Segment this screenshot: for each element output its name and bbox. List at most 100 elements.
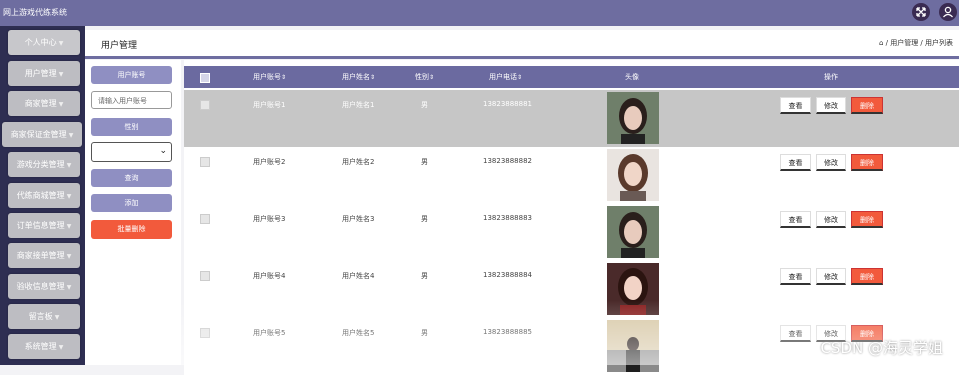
- cell-gender: 男: [421, 329, 428, 337]
- sidebar-item-system-management[interactable]: 系统管理 ▼: [8, 334, 80, 359]
- delete-button[interactable]: 删除: [851, 97, 883, 114]
- delete-button[interactable]: 删除: [851, 154, 883, 171]
- chevron-down-icon: ▼: [68, 132, 74, 139]
- cell-phone: 13823888884: [483, 271, 532, 279]
- column-header-label: 用户账号: [253, 73, 281, 81]
- column-header-name[interactable]: 用户姓名⇕: [342, 66, 375, 88]
- sidebar-item-merchant-management[interactable]: 商家管理 ▼: [8, 91, 80, 116]
- sidebar-item-personal-center[interactable]: 个人中心 ▼: [8, 30, 80, 55]
- row-checkbox[interactable]: [200, 100, 210, 110]
- cell-name: 用户姓名4: [342, 272, 375, 280]
- cell-account: 用户账号3: [253, 215, 286, 223]
- avatar: [607, 320, 659, 372]
- cell-phone: 13823888885: [483, 328, 532, 336]
- query-button[interactable]: 查询: [91, 169, 172, 187]
- sidebar-item-deposit-management[interactable]: 商家保证金管理 ▼: [2, 122, 82, 147]
- row-checkbox[interactable]: [200, 157, 210, 167]
- delete-button[interactable]: 删除: [851, 211, 883, 228]
- chevron-down-icon: ▼: [66, 193, 72, 200]
- sidebar-item-label: 商家保证金管理: [10, 130, 67, 139]
- sidebar-item-game-category[interactable]: 游戏分类管理 ▼: [8, 152, 80, 177]
- app-title: 网上游戏代练系统: [3, 8, 67, 17]
- view-button[interactable]: 查看: [780, 268, 811, 285]
- chevron-down-icon: ⌄: [159, 146, 167, 156]
- column-header-account[interactable]: 用户账号⇕: [253, 66, 286, 88]
- sidebar-item-order-info[interactable]: 订单信息管理 ▼: [8, 213, 80, 238]
- view-button[interactable]: 查看: [780, 154, 811, 171]
- chevron-down-icon: ▼: [66, 162, 72, 169]
- sidebar-item-acceptance-info[interactable]: 验收信息管理 ▼: [8, 274, 80, 299]
- edit-button[interactable]: 修改: [816, 154, 846, 171]
- cell-gender: 男: [421, 272, 428, 280]
- sidebar-item-label: 用户管理: [24, 69, 57, 78]
- chevron-down-icon: ▼: [66, 253, 72, 260]
- edit-button[interactable]: 修改: [816, 268, 846, 285]
- sidebar-item-merchant-orders[interactable]: 商家接单管理 ▼: [8, 243, 80, 268]
- cell-gender: 男: [421, 215, 428, 223]
- row-checkbox[interactable]: [200, 271, 210, 281]
- row-checkbox[interactable]: [200, 328, 210, 338]
- column-header-label: 用户电话: [489, 73, 517, 81]
- avatar: [607, 149, 659, 201]
- watermark: CSDN @海灵学姐: [820, 339, 943, 357]
- user-icon[interactable]: [939, 3, 957, 21]
- cell-account: 用户账号5: [253, 329, 286, 337]
- avatar: [607, 206, 659, 258]
- edit-button[interactable]: 修改: [816, 97, 846, 114]
- select-all-checkbox[interactable]: [200, 73, 210, 83]
- sidebar-item-label: 留言板: [28, 312, 53, 321]
- view-button[interactable]: 查看: [780, 97, 811, 114]
- table-row: 用户账号1 用户姓名1 男 13823888881 查看 修改 删除: [184, 90, 959, 148]
- view-button[interactable]: 查看: [780, 211, 811, 228]
- sidebar-item-message-board[interactable]: 留言板 ▼: [8, 304, 80, 329]
- table-row: 用户账号2 用户姓名2 男 13823888882 查看 修改 删除: [184, 147, 959, 205]
- row-checkbox[interactable]: [200, 214, 210, 224]
- breadcrumb[interactable]: ⌂ / 用户管理 / 用户列表: [879, 38, 953, 48]
- column-header-avatar: 头像: [625, 73, 639, 81]
- cell-name: 用户姓名2: [342, 158, 375, 166]
- sort-icon: ⇕: [429, 74, 435, 81]
- column-header-phone[interactable]: 用户电话⇕: [489, 66, 522, 88]
- user-table: 用户账号⇕ 用户姓名⇕ 性别⇕ 用户电话⇕ 头像 操作 用户账号1 用户姓名1 …: [184, 60, 959, 375]
- cell-phone: 13823888882: [483, 157, 532, 165]
- account-search-input[interactable]: 请输入用户账号: [91, 91, 172, 109]
- page-title: 用户管理: [101, 41, 138, 51]
- avatar: [607, 263, 659, 315]
- delete-button[interactable]: 删除: [851, 268, 883, 285]
- view-button[interactable]: 查看: [780, 325, 811, 342]
- cell-account: 用户账号4: [253, 272, 286, 280]
- column-header-label: 性别: [415, 73, 429, 81]
- edit-button[interactable]: 修改: [816, 211, 846, 228]
- fullscreen-icon[interactable]: [912, 3, 930, 21]
- chevron-down-icon: ▼: [66, 284, 72, 291]
- sidebar-item-label: 代练商城管理: [16, 191, 65, 200]
- add-button[interactable]: 添加: [91, 194, 172, 212]
- cell-gender: 男: [421, 158, 428, 166]
- sidebar-item-boosting-mall[interactable]: 代练商城管理 ▼: [8, 183, 80, 208]
- sidebar-item-label: 订单信息管理: [16, 221, 65, 230]
- sidebar: 个人中心 ▼ 用户管理 ▼ 商家管理 ▼ 商家保证金管理 ▼ 游戏分类管理 ▼ 代练商城管…: [0, 26, 85, 365]
- avatar: [607, 92, 659, 144]
- sidebar-item-user-management[interactable]: 用户管理 ▼: [8, 61, 80, 86]
- chevron-down-icon: ▼: [58, 344, 64, 351]
- sort-icon: ⇕: [370, 74, 376, 81]
- table-row: 用户账号4 用户姓名4 男 13823888884 查看 修改 删除: [184, 261, 959, 319]
- cell-account: 用户账号2: [253, 158, 286, 166]
- sidebar-item-label: 验收信息管理: [16, 282, 65, 291]
- cell-name: 用户姓名1: [342, 101, 375, 109]
- top-bar: 网上游戏代练系统: [0, 0, 959, 26]
- batch-delete-button[interactable]: 批量删除: [91, 220, 172, 239]
- chevron-down-icon: ▼: [58, 101, 64, 108]
- sort-icon: ⇕: [281, 74, 287, 81]
- chevron-down-icon: ▼: [54, 314, 60, 321]
- cell-name: 用户姓名5: [342, 329, 375, 337]
- column-header-label: 用户姓名: [342, 73, 370, 81]
- column-header-actions: 操作: [824, 73, 838, 81]
- cell-account: 用户账号1: [253, 101, 286, 109]
- gender-select[interactable]: ⌄: [91, 142, 172, 162]
- chevron-down-icon: ▼: [58, 40, 64, 47]
- account-label: 用户账号: [91, 66, 172, 84]
- sidebar-item-label: 游戏分类管理: [16, 160, 65, 169]
- search-panel: 用户账号 请输入用户账号 性别 ⌄ 查询 添加 批量删除: [85, 60, 181, 365]
- column-header-gender[interactable]: 性别⇕: [415, 66, 434, 88]
